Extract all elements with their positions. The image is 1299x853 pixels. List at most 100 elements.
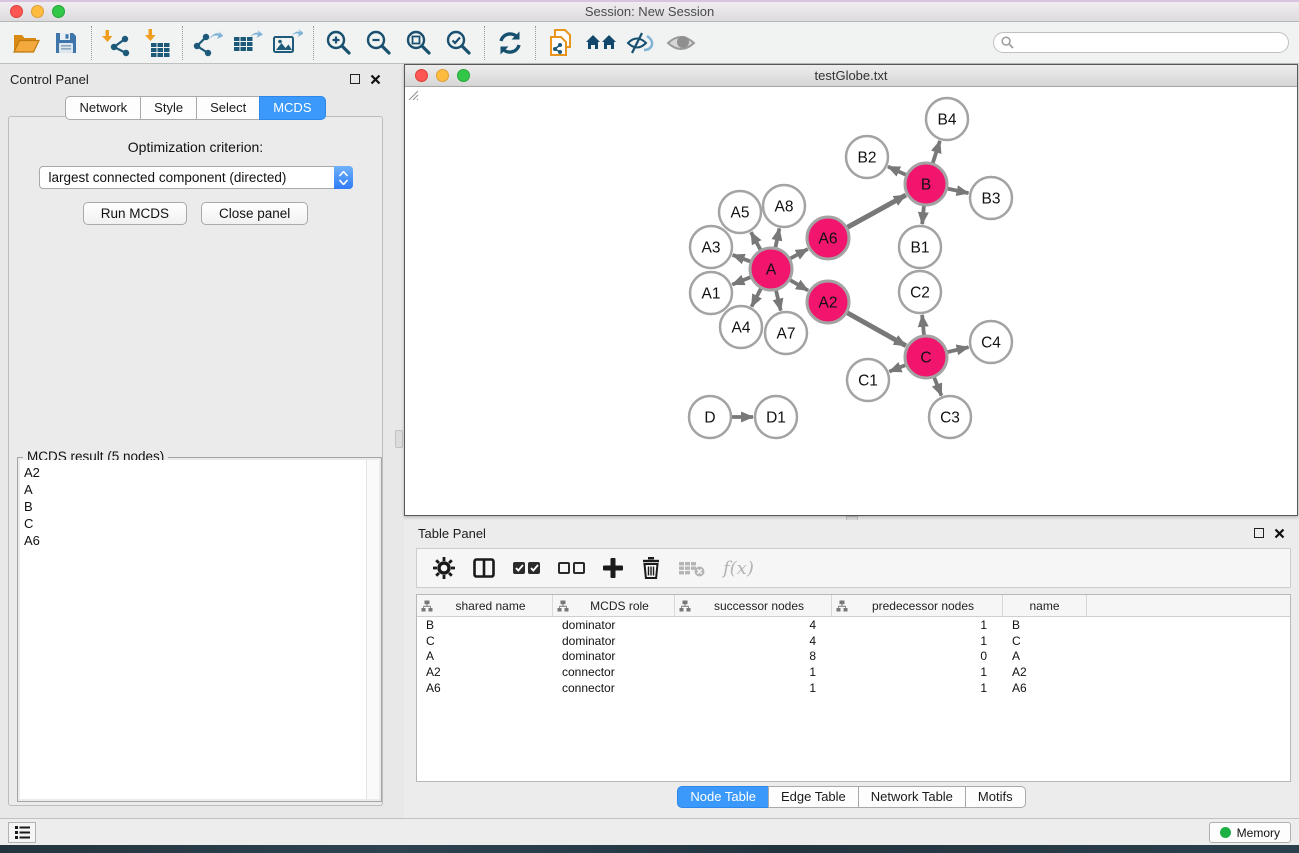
show-columns-button[interactable] [473, 558, 495, 578]
network-canvas[interactable]: AA1A2A3A4A5A6A7A8BB1B2B3B4CC1C2C3C4DD1 [405, 87, 1297, 515]
table-row[interactable]: Bdominator41B [417, 617, 1290, 633]
add-column-button[interactable] [603, 558, 623, 578]
node-A5[interactable]: A5 [719, 191, 761, 233]
network-window-titlebar[interactable]: testGlobe.txt [405, 65, 1297, 87]
refresh-view-button[interactable] [490, 25, 530, 61]
node-B1[interactable]: B1 [899, 226, 941, 268]
zoom-fit-button[interactable] [399, 25, 439, 61]
delete-column-button[interactable] [641, 557, 661, 579]
cell-MCDS-role[interactable]: dominator [553, 618, 675, 632]
table-row[interactable]: A2connector11A2 [417, 664, 1290, 680]
zoom-in-button[interactable] [319, 25, 359, 61]
import-network-button[interactable] [97, 25, 137, 61]
node-A1[interactable]: A1 [690, 272, 732, 314]
close-panel-icon[interactable] [1274, 528, 1285, 539]
cell-predecessor-nodes[interactable]: 1 [832, 681, 1003, 695]
node-A8[interactable]: A8 [763, 185, 805, 227]
cell-name[interactable]: A6 [1003, 681, 1087, 695]
clone-network-button[interactable] [541, 25, 581, 61]
home-button[interactable] [581, 25, 621, 61]
select-all-button[interactable] [513, 562, 540, 574]
network-view-window[interactable]: testGlobe.txt AA1A2A3A4A5A6A7A8BB1B2B3B4… [404, 64, 1298, 516]
node-D[interactable]: D [689, 396, 731, 438]
cell-predecessor-nodes[interactable]: 1 [832, 634, 1003, 648]
cell-name[interactable]: C [1003, 634, 1087, 648]
deselect-all-button[interactable] [558, 562, 585, 574]
table-row[interactable]: A6connector11A6 [417, 680, 1290, 696]
cell-MCDS-role[interactable]: dominator [553, 649, 675, 663]
float-panel-icon[interactable] [1254, 528, 1264, 538]
cell-successor-nodes[interactable]: 1 [675, 665, 832, 679]
column-header-MCDS-role[interactable]: MCDS role [553, 595, 675, 616]
cell-predecessor-nodes[interactable]: 1 [832, 618, 1003, 632]
birds-eye-view-button[interactable] [621, 25, 661, 61]
delete-table-button[interactable] [679, 559, 705, 577]
tab-edge-table[interactable]: Edge Table [768, 786, 859, 808]
resize-grip-icon[interactable] [405, 87, 419, 101]
node-C2[interactable]: C2 [899, 271, 941, 313]
mcds-result-item[interactable]: A [20, 482, 379, 498]
export-network-button[interactable] [188, 25, 228, 61]
cell-name[interactable]: A2 [1003, 665, 1087, 679]
cell-name[interactable]: B [1003, 618, 1087, 632]
node-C4[interactable]: C4 [970, 321, 1012, 363]
cell-shared-name[interactable]: C [417, 634, 553, 648]
node-table[interactable]: shared nameMCDS rolesuccessor nodesprede… [416, 594, 1291, 782]
task-history-button[interactable] [8, 822, 36, 843]
memory-button[interactable]: Memory [1209, 822, 1291, 843]
close-panel-button[interactable]: Close panel [201, 202, 308, 225]
cell-successor-nodes[interactable]: 8 [675, 649, 832, 663]
node-C[interactable]: C [905, 336, 947, 378]
float-panel-icon[interactable] [350, 74, 360, 84]
export-table-button[interactable] [228, 25, 268, 61]
mcds-result-item[interactable]: C [20, 516, 379, 532]
cell-successor-nodes[interactable]: 1 [675, 681, 832, 695]
scrollbar-track[interactable] [366, 460, 379, 799]
node-C3[interactable]: C3 [929, 396, 971, 438]
node-B3[interactable]: B3 [970, 177, 1012, 219]
cell-shared-name[interactable]: A6 [417, 681, 553, 695]
column-header-name[interactable]: name [1003, 595, 1087, 616]
node-D1[interactable]: D1 [755, 396, 797, 438]
tab-style[interactable]: Style [140, 96, 197, 120]
cell-predecessor-nodes[interactable]: 1 [832, 665, 1003, 679]
cell-shared-name[interactable]: B [417, 618, 553, 632]
import-table-button[interactable] [137, 25, 177, 61]
tab-mcds[interactable]: MCDS [259, 96, 325, 120]
search-input[interactable] [1014, 36, 1288, 50]
function-builder-button[interactable]: f(x) [723, 558, 754, 579]
column-header-shared-name[interactable]: shared name [417, 595, 553, 616]
node-A7[interactable]: A7 [765, 312, 807, 354]
save-session-button[interactable] [46, 25, 86, 61]
mcds-result-item[interactable]: B [20, 499, 379, 515]
tab-select[interactable]: Select [196, 96, 260, 120]
cell-name[interactable]: A [1003, 649, 1087, 663]
cell-shared-name[interactable]: A [417, 649, 553, 663]
node-A[interactable]: A [750, 248, 792, 290]
show-hide-graphics-button[interactable] [661, 25, 701, 61]
cell-successor-nodes[interactable]: 4 [675, 634, 832, 648]
table-row[interactable]: Cdominator41C [417, 633, 1290, 649]
run-mcds-button[interactable]: Run MCDS [83, 202, 187, 225]
mcds-result-item[interactable]: A2 [20, 465, 379, 481]
node-A6[interactable]: A6 [807, 217, 849, 259]
node-B4[interactable]: B4 [926, 98, 968, 140]
tab-network-table[interactable]: Network Table [858, 786, 966, 808]
node-B2[interactable]: B2 [846, 136, 888, 178]
cell-MCDS-role[interactable]: connector [553, 665, 675, 679]
node-B[interactable]: B [905, 163, 947, 205]
cell-predecessor-nodes[interactable]: 0 [832, 649, 1003, 663]
cell-shared-name[interactable]: A2 [417, 665, 553, 679]
table-row[interactable]: Adominator80A [417, 648, 1290, 664]
vertical-divider-grip[interactable] [395, 430, 403, 448]
zoom-selected-button[interactable] [439, 25, 479, 61]
node-A4[interactable]: A4 [720, 306, 762, 348]
node-A3[interactable]: A3 [690, 226, 732, 268]
search-field[interactable] [993, 32, 1289, 53]
close-panel-icon[interactable] [370, 74, 381, 85]
mcds-result-list[interactable]: A2ABCA6 [20, 460, 379, 799]
tab-network[interactable]: Network [65, 96, 141, 120]
column-header-predecessor-nodes[interactable]: predecessor nodes [832, 595, 1003, 616]
tab-motifs[interactable]: Motifs [965, 786, 1026, 808]
column-header-successor-nodes[interactable]: successor nodes [675, 595, 832, 616]
